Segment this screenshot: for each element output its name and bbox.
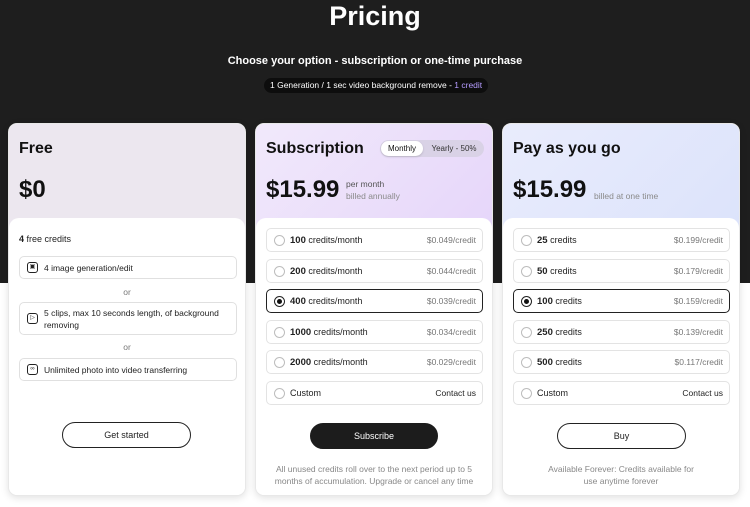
radio-button-selected[interactable] — [521, 296, 532, 307]
radio-button[interactable] — [521, 357, 532, 368]
radio-button-selected[interactable] — [274, 296, 285, 307]
plan-card-pay-as-you-go: Pay as you go $15.99 billed at one time … — [502, 123, 740, 496]
free-credits-text: 4 free credits — [19, 234, 72, 244]
plan-price: $15.99 — [266, 176, 340, 203]
toggle-monthly[interactable]: Monthly — [381, 141, 423, 156]
plan-card-subscription: Subscription Monthly Yearly - 50% $15.99… — [255, 123, 493, 496]
plan-title: Free — [19, 140, 53, 157]
plan-title: Subscription — [266, 140, 364, 157]
plan-body: 25 credits $0.199/credit 50 credits $0.1… — [503, 218, 739, 495]
plan-header: Free $0 — [9, 124, 245, 229]
toggle-yearly[interactable]: Yearly - 50% — [425, 141, 483, 156]
play-icon: ▷ — [27, 313, 38, 324]
subscription-option-100[interactable]: 100 credits/month $0.049/credit — [266, 228, 483, 252]
credit-info-accent: 1 credit — [454, 80, 483, 90]
contact-us-link[interactable]: Contact us — [435, 382, 476, 404]
buy-button[interactable]: Buy — [557, 423, 686, 449]
radio-button[interactable] — [274, 388, 285, 399]
image-icon: ▣ — [27, 262, 38, 273]
subscription-option-1000[interactable]: 1000 credits/month $0.034/credit — [266, 320, 483, 344]
payg-option-100[interactable]: 100 credits $0.159/credit — [513, 289, 730, 313]
payg-option-50[interactable]: 50 credits $0.179/credit — [513, 259, 730, 283]
payg-option-25[interactable]: 25 credits $0.199/credit — [513, 228, 730, 252]
subscription-option-2000[interactable]: 2000 credits/month $0.029/credit — [266, 350, 483, 374]
radio-button[interactable] — [274, 327, 285, 338]
plan-price: $15.99 — [513, 176, 587, 203]
subscribe-button[interactable]: Subscribe — [310, 423, 438, 449]
plan-header: Subscription Monthly Yearly - 50% $15.99… — [256, 124, 492, 229]
radio-button[interactable] — [274, 357, 285, 368]
price-note: per month billed annually — [346, 179, 400, 201]
feature-background-removing: ▷ 5 clips, max 10 seconds length, of bac… — [19, 302, 237, 335]
feature-photo-to-video: ∞ Unlimited photo into video transferrin… — [19, 358, 237, 381]
credit-info-text: 1 Generation / 1 sec video background re… — [270, 80, 455, 90]
subscription-footnote: All unused credits roll over to the next… — [274, 464, 474, 486]
contact-us-link[interactable]: Contact us — [682, 382, 723, 404]
subscription-option-200[interactable]: 200 credits/month $0.044/credit — [266, 259, 483, 283]
radio-button[interactable] — [274, 235, 285, 246]
radio-button[interactable] — [521, 388, 532, 399]
infinity-icon: ∞ — [27, 364, 38, 375]
radio-button[interactable] — [521, 266, 532, 277]
plan-price: $0 — [19, 176, 46, 203]
plan-body: 4 free credits ▣ 4 image generation/edit… — [9, 218, 245, 495]
plan-header: Pay as you go $15.99 billed at one time — [503, 124, 739, 229]
plan-title: Pay as you go — [513, 140, 621, 157]
subscription-option-400[interactable]: 400 credits/month $0.039/credit — [266, 289, 483, 313]
page-subtitle: Choose your option - subscription or one… — [227, 55, 523, 67]
radio-button[interactable] — [274, 266, 285, 277]
payg-option-custom[interactable]: Custom Contact us — [513, 381, 730, 405]
or-separator: or — [123, 287, 131, 297]
page-title: Pricing — [329, 1, 421, 31]
or-separator: or — [123, 342, 131, 352]
credit-info-pill: 1 Generation / 1 sec video background re… — [264, 78, 489, 93]
price-note: billed at one time — [594, 191, 659, 201]
feature-image-generation: ▣ 4 image generation/edit — [19, 256, 237, 279]
payg-option-500[interactable]: 500 credits $0.117/credit — [513, 350, 730, 374]
payg-option-250[interactable]: 250 credits $0.139/credit — [513, 320, 730, 344]
billing-toggle[interactable]: Monthly Yearly - 50% — [380, 140, 484, 157]
plan-card-free: Free $0 4 free credits ▣ 4 image generat… — [8, 123, 246, 496]
radio-button[interactable] — [521, 327, 532, 338]
get-started-button[interactable]: Get started — [62, 422, 191, 448]
payg-footnote: Available Forever: Credits available for… — [548, 464, 694, 486]
subscription-option-custom[interactable]: Custom Contact us — [266, 381, 483, 405]
radio-button[interactable] — [521, 235, 532, 246]
plan-body: 100 credits/month $0.049/credit 200 cred… — [256, 218, 492, 495]
